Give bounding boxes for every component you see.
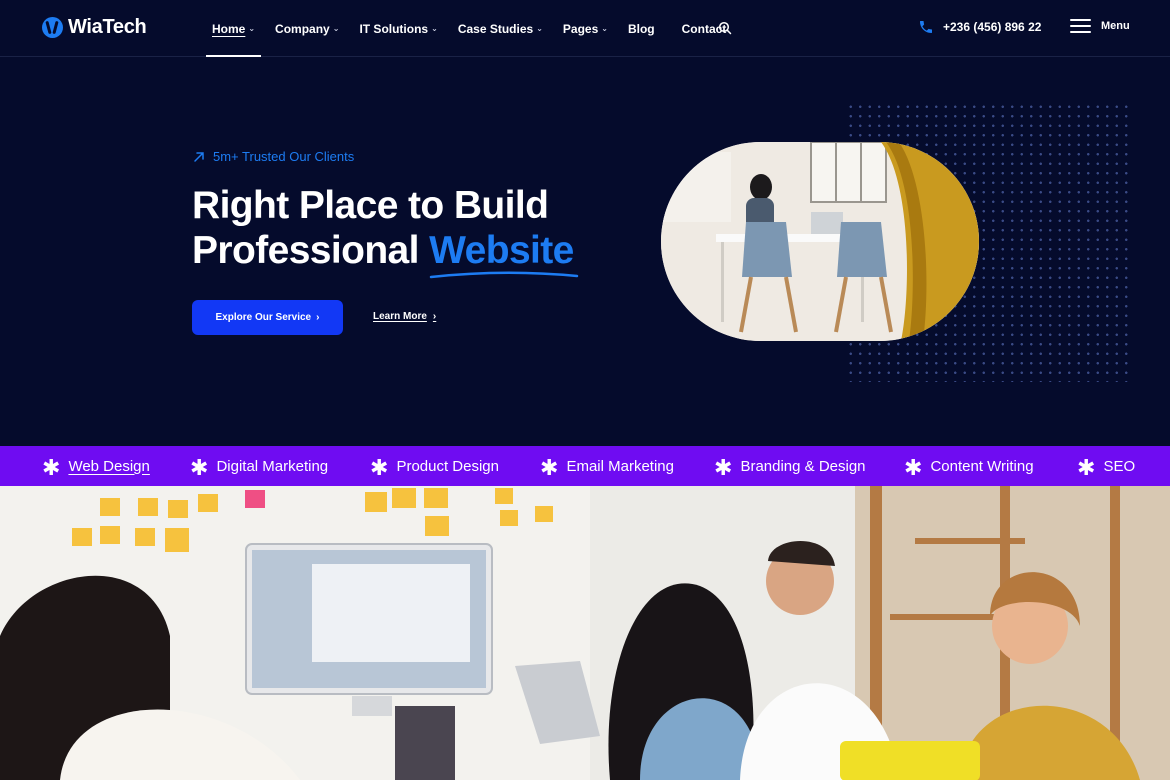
- office-photo-illustration: [661, 142, 979, 341]
- nav-label: Blog: [627, 21, 655, 36]
- marquee-item-email-marketing[interactable]: ✱ Email Marketing: [540, 446, 674, 486]
- hero-title-line1: Right Place to Build: [192, 184, 549, 227]
- nav-item-pages[interactable]: Pages ⌄: [563, 0, 608, 57]
- phone-contact[interactable]: +236 (456) 896 22: [918, 19, 1041, 35]
- nav-label: Case Studies: [457, 21, 534, 36]
- logo-text: WiaTech: [68, 16, 147, 38]
- phone-number: +236 (456) 896 22: [943, 20, 1042, 34]
- hamburger-icon: [1070, 19, 1091, 33]
- team-photo-illustration: [0, 486, 1170, 780]
- marquee-label: Web Design: [68, 457, 150, 475]
- logo[interactable]: WiaTech: [42, 16, 147, 39]
- team-meeting-photo: [0, 486, 1170, 780]
- learn-more-link[interactable]: Learn More ›: [373, 311, 436, 322]
- nav-label: IT Solutions: [359, 21, 429, 36]
- hero-title-line2: Professional: [192, 229, 419, 272]
- explore-service-label: Explore Our Service: [215, 312, 312, 323]
- marquee-label: SEO: [1103, 457, 1136, 475]
- nav-item-company[interactable]: Company ⌄: [275, 0, 339, 57]
- phone-icon: [920, 21, 932, 33]
- logo-icon: [42, 17, 63, 38]
- marquee-label: Digital Marketing: [216, 457, 329, 475]
- chevron-down-icon: ⌄: [536, 24, 543, 33]
- site-header: WiaTech Home ⌄ Company ⌄ IT Solutions ⌄ …: [0, 0, 1170, 57]
- marquee-item-content-writing[interactable]: ✱ Content Writing: [904, 446, 1034, 486]
- chevron-right-icon: ›: [432, 311, 437, 322]
- explore-service-button[interactable]: Explore Our Service ›: [192, 300, 343, 335]
- menu-button[interactable]: Menu: [1070, 19, 1130, 33]
- hero-badge-text: 5m+ Trusted Our Clients: [213, 149, 355, 164]
- chevron-right-icon: ›: [316, 312, 320, 323]
- hero-title: Right Place to Build Professional Websit…: [192, 183, 579, 279]
- asterisk-icon: ✱: [190, 455, 209, 480]
- marquee-label: Content Writing: [930, 457, 1034, 475]
- asterisk-icon: ✱: [42, 455, 61, 480]
- services-marquee: ✱ Web Design ✱ Digital Marketing ✱ Produ…: [0, 446, 1170, 486]
- nav-item-case-studies[interactable]: Case Studies ⌄: [458, 0, 543, 57]
- hero-title-highlight: Website: [429, 229, 579, 279]
- marquee-label: Product Design: [396, 457, 499, 475]
- chevron-down-icon: ⌄: [248, 24, 256, 33]
- chevron-down-icon: ⌄: [431, 24, 438, 33]
- marquee-item-digital-marketing[interactable]: ✱ Digital Marketing: [190, 446, 328, 486]
- hero-image: [661, 142, 979, 341]
- nav-label: Home: [212, 21, 246, 36]
- asterisk-icon: ✱: [904, 455, 923, 480]
- chevron-down-icon: ⌄: [601, 24, 608, 33]
- learn-more-label: Learn More: [373, 311, 427, 322]
- underline-swoosh: [429, 271, 579, 279]
- main-nav: Home ⌄ Company ⌄ IT Solutions ⌄ Case Stu…: [206, 0, 746, 57]
- nav-label: Pages: [562, 21, 599, 36]
- nav-item-home[interactable]: Home ⌄: [206, 0, 262, 57]
- search-icon[interactable]: [718, 21, 732, 35]
- nav-label: Company: [275, 21, 330, 36]
- asterisk-icon: ✱: [370, 455, 389, 480]
- asterisk-icon: ✱: [1077, 455, 1096, 480]
- marquee-item-branding-design[interactable]: ✱ Branding & Design: [714, 446, 866, 486]
- hero-badge: 5m+ Trusted Our Clients: [193, 149, 354, 164]
- marquee-item-product-design[interactable]: ✱ Product Design: [370, 446, 499, 486]
- arrow-up-right-icon: [194, 151, 204, 162]
- chevron-down-icon: ⌄: [332, 24, 340, 33]
- nav-item-blog[interactable]: Blog: [628, 0, 655, 57]
- highlight-word: Website: [429, 229, 574, 272]
- nav-item-it-solutions[interactable]: IT Solutions ⌄: [359, 0, 437, 57]
- asterisk-icon: ✱: [540, 455, 559, 480]
- menu-label: Menu: [1101, 20, 1130, 32]
- marquee-label: Email Marketing: [566, 457, 674, 475]
- asterisk-icon: ✱: [714, 455, 733, 480]
- marquee-item-seo[interactable]: ✱ SEO: [1077, 446, 1135, 486]
- marquee-item-web-design[interactable]: ✱ Web Design: [42, 446, 150, 486]
- marquee-label: Branding & Design: [740, 457, 866, 475]
